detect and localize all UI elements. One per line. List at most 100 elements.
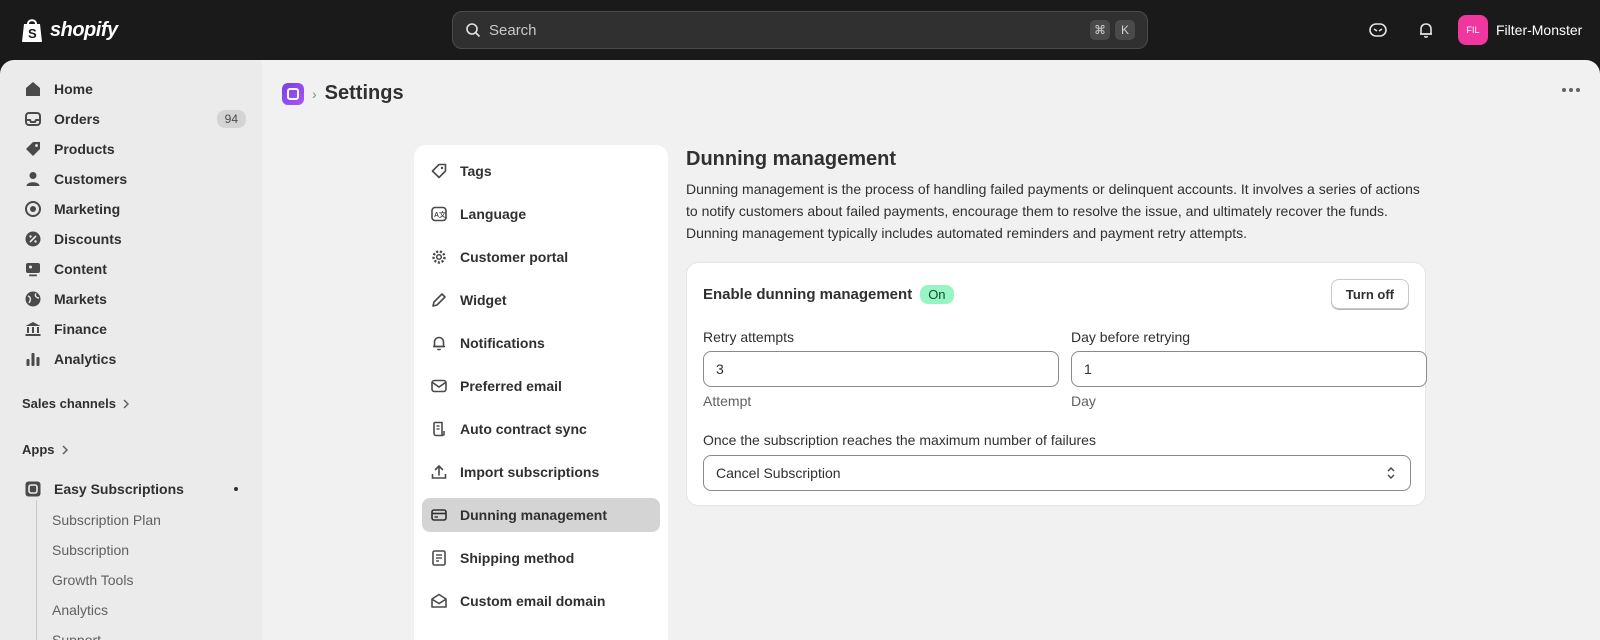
status-badge: On — [920, 285, 954, 304]
search-placeholder: Search — [489, 21, 537, 39]
store-switcher[interactable]: FIL Filter-Monster — [1458, 15, 1582, 45]
sidebar-item-label: Discounts — [54, 231, 122, 247]
brand-name: shopify — [50, 18, 118, 41]
apps-section[interactable]: Apps — [22, 442, 69, 457]
settings-item-shipping-method[interactable]: Shipping method — [422, 541, 660, 575]
turn-off-button[interactable]: Turn off — [1330, 279, 1409, 309]
shortcut-cmd-key: ⌘ — [1090, 20, 1110, 40]
max-failures-select[interactable]: Cancel Subscription — [703, 455, 1411, 491]
settings-item-import-subscriptions[interactable]: Import subscriptions — [422, 455, 660, 489]
sidebar: Home Orders 94 Products Customers Market… — [0, 60, 262, 640]
inbox-icon — [25, 112, 41, 126]
max-failures-selected-value: Cancel Subscription — [716, 465, 841, 481]
shortcut-k-key: K — [1115, 20, 1135, 40]
sidebar-item-content[interactable]: Content — [16, 254, 246, 284]
retry-attempts-input[interactable] — [703, 351, 1059, 387]
settings-item-label: Dunning management — [460, 507, 608, 523]
chevron-right-icon — [61, 444, 68, 455]
sidebar-subitem-subscription-plan[interactable]: Subscription Plan — [52, 512, 161, 528]
breadcrumb-chevron-icon: › — [312, 85, 317, 102]
card-header: Enable dunning management On — [703, 285, 954, 304]
tag-icon — [26, 142, 40, 156]
day-before-retrying-input[interactable] — [1071, 351, 1427, 387]
breadcrumb: › Settings — [282, 82, 404, 105]
apps-label: Apps — [22, 442, 55, 457]
settings-item-label: Import subscriptions — [460, 464, 600, 480]
target-icon — [25, 201, 41, 217]
settings-item-custom-email-domain[interactable]: Custom email domain — [422, 584, 660, 618]
settings-menu: Tags A文 Language Customer portal Widget … — [414, 145, 668, 640]
section-description: Dunning management is the process of han… — [686, 181, 1420, 241]
orders-count-badge: 94 — [216, 110, 246, 128]
select-chevron-icon — [1387, 466, 1395, 480]
sidebar-item-label: Content — [54, 261, 107, 277]
dunning-settings-card: Enable dunning management On Turn off Re… — [686, 262, 1427, 506]
settings-item-label: Custom email domain — [460, 593, 606, 609]
sidebar-item-label: Marketing — [54, 201, 121, 217]
settings-item-tags[interactable]: Tags — [422, 154, 660, 188]
sidebar-item-home[interactable]: Home — [16, 74, 246, 104]
main-content: › Settings Tags A文 Language Customer por… — [262, 60, 1600, 640]
bell-icon[interactable] — [1416, 20, 1436, 40]
sidebar-item-discounts[interactable]: Discounts — [16, 224, 246, 254]
app-logo-icon[interactable] — [282, 82, 304, 105]
sidekick-icon[interactable] — [1368, 20, 1388, 40]
sidebar-item-label: Orders — [54, 111, 100, 127]
discount-icon — [25, 231, 41, 247]
sidebar-item-label: Products — [54, 141, 115, 157]
settings-item-label: Tags — [460, 163, 492, 179]
top-bar: S shopify Search ⌘ K FIL Filter-Monster — [0, 0, 1600, 60]
sidebar-item-customers[interactable]: Customers — [16, 164, 246, 194]
sidebar-item-label: Home — [54, 81, 93, 97]
bell-icon — [433, 336, 445, 351]
page-title: Settings — [324, 82, 404, 104]
settings-item-language[interactable]: A文 Language — [422, 197, 660, 231]
sales-channels-label: Sales channels — [22, 396, 116, 411]
sidebar-item-label: Finance — [54, 321, 107, 337]
bank-icon — [25, 322, 41, 336]
svg-text:A文: A文 — [434, 210, 447, 219]
sidebar-item-orders[interactable]: Orders 94 — [16, 104, 246, 134]
settings-item-dunning-management[interactable]: Dunning management — [422, 498, 660, 532]
more-actions-icon[interactable] — [1562, 88, 1580, 92]
svg-text:S: S — [28, 26, 37, 41]
sidebar-subitem-analytics[interactable]: Analytics — [52, 602, 108, 618]
globe-icon — [25, 291, 41, 307]
chevron-right-icon — [123, 398, 130, 409]
search-bar[interactable]: Search ⌘ K — [452, 11, 1148, 49]
settings-item-auto-contract-sync[interactable]: Auto contract sync — [422, 412, 660, 446]
mail-open-icon — [431, 593, 447, 608]
shopify-logo[interactable]: S shopify — [20, 16, 118, 44]
settings-item-label: Notifications — [460, 335, 545, 351]
home-icon — [26, 82, 40, 96]
sidebar-item-analytics[interactable]: Analytics — [16, 344, 246, 374]
settings-item-widget[interactable]: Widget — [422, 283, 660, 317]
settings-item-notifications[interactable]: Notifications — [422, 326, 660, 360]
settings-item-customer-portal[interactable]: Customer portal — [422, 240, 660, 274]
gear-icon — [432, 250, 446, 264]
sidebar-item-markets[interactable]: Markets — [16, 284, 246, 314]
sidebar-item-label: Markets — [54, 291, 107, 307]
settings-item-label: Shipping method — [460, 550, 575, 566]
store-avatar: FIL — [1458, 15, 1488, 45]
sidebar-item-label: Easy Subscriptions — [54, 481, 184, 497]
language-icon: A文 — [431, 206, 447, 222]
retry-attempts-label: Retry attempts — [703, 329, 795, 345]
max-failures-label: Once the subscription reaches the maximu… — [703, 432, 1096, 448]
upload-icon — [431, 464, 447, 479]
day-before-retrying-label: Day before retrying — [1071, 329, 1191, 345]
sidebar-item-products[interactable]: Products — [16, 134, 246, 164]
sidebar-item-marketing[interactable]: Marketing — [16, 194, 246, 224]
settings-item-label: Language — [460, 206, 527, 222]
credit-card-icon — [431, 509, 447, 521]
easy-subscriptions-app-icon — [25, 481, 41, 497]
sidebar-item-finance[interactable]: Finance — [16, 314, 246, 344]
sales-channels-section[interactable]: Sales channels — [22, 396, 130, 411]
settings-item-preferred-email[interactable]: Preferred email — [422, 369, 660, 403]
sidebar-subitem-support[interactable]: Support — [52, 632, 101, 640]
sidebar-subitem-growth-tools[interactable]: Growth Tools — [52, 572, 133, 588]
settings-item-label: Customer portal — [460, 249, 569, 265]
sidebar-item-easy-subscriptions[interactable]: Easy Subscriptions — [16, 474, 246, 504]
pin-dot[interactable] — [234, 487, 238, 491]
sidebar-subitem-subscription[interactable]: Subscription — [52, 542, 129, 558]
